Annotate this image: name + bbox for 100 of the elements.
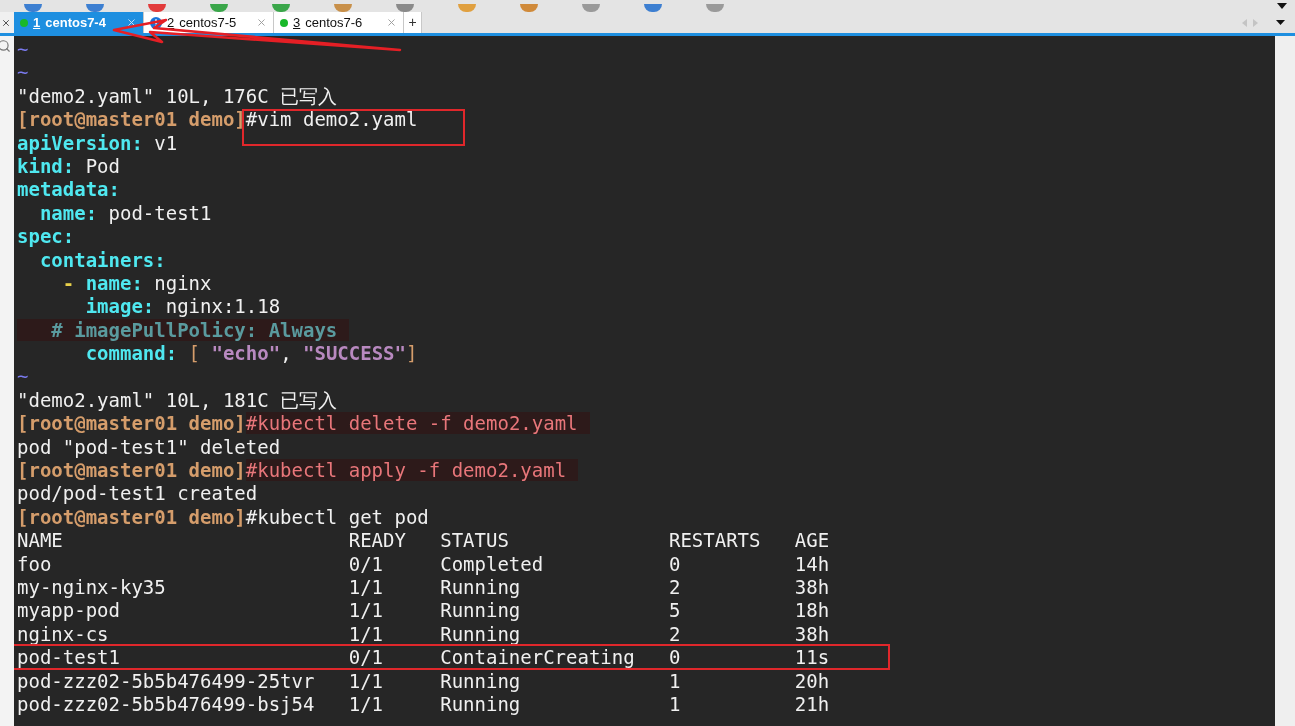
table-cell-text: pod-zzz02-5b5b476499-bsj54	[17, 692, 316, 717]
table-cell-text: 21h	[794, 692, 831, 717]
tilde-marker: ~	[17, 61, 29, 84]
table-cell-text: 20h	[794, 669, 831, 693]
shell-prompt: [root@master01 demo]	[17, 459, 246, 482]
yaml-key: spec:	[17, 225, 75, 248]
toolbar-icon[interactable]	[644, 4, 662, 12]
table-cell-text: 1/1	[348, 669, 385, 693]
toolbar-icon[interactable]	[706, 4, 724, 12]
terminal-text: #kubectl get pod	[245, 505, 429, 528]
shell-prompt: [root@master01 demo]	[17, 505, 246, 528]
close-icon[interactable]	[126, 17, 137, 28]
toolbar-icon[interactable]	[210, 4, 228, 12]
terminal-text: # imagePullPolicy: Always	[17, 318, 350, 341]
table-cell-text: myapp-pod	[17, 599, 121, 623]
toolbar-icon[interactable]	[334, 4, 352, 12]
table-cell-text: Running	[440, 669, 522, 693]
terminal-text: pod-test1	[107, 201, 212, 224]
yaml-key: name:	[74, 271, 143, 294]
terminal-text: v1	[153, 131, 178, 154]
table-cell-text: nginx-cs	[17, 622, 110, 647]
toolbar-icon[interactable]	[24, 4, 42, 12]
table-cell-text: 11s	[794, 646, 831, 670]
caret-icon[interactable]	[1277, 3, 1287, 9]
table-cell-text: 0/1	[348, 552, 385, 576]
table-cell-text: 1/1	[348, 622, 385, 647]
toolbar-icon[interactable]	[272, 4, 290, 12]
caret-icon[interactable]	[1276, 20, 1285, 25]
toolbar-icon[interactable]	[86, 4, 104, 12]
terminal-text: nginx	[153, 271, 212, 294]
terminal-text: #kubectl delete -f demo2.yaml	[245, 412, 590, 435]
terminal-text: ]	[405, 342, 418, 365]
yaml-key: apiVersion:	[17, 131, 143, 154]
column-header: AGE	[794, 529, 831, 553]
tab-title: centos7-5	[179, 13, 237, 32]
terminal-text: "demo2.yaml" 10L, 176C 已写入	[17, 84, 338, 107]
toolbar-icon[interactable]	[520, 4, 538, 12]
table-cell-text: 18h	[794, 599, 831, 623]
info-icon	[150, 16, 162, 29]
terminal-text: "echo"	[211, 342, 281, 365]
terminal-text: ,	[280, 342, 293, 365]
table-cell-text: 38h	[794, 576, 831, 600]
table-cell-text: Running	[440, 622, 522, 647]
table-cell-text: 2	[669, 576, 682, 600]
table-cell-text: 1/1	[348, 576, 385, 600]
tab-title: centos7-6	[305, 13, 363, 32]
terminal-text: "SUCCESS"	[303, 342, 406, 365]
terminal-text: [	[187, 342, 202, 365]
tab-number: 3	[293, 13, 301, 32]
yaml-key: kind:	[17, 154, 75, 177]
yaml-key: command:	[17, 342, 178, 365]
table-cell-text: 0	[669, 552, 682, 576]
table-cell-text: pod-zzz02-5b5b476499-25tvr	[17, 669, 316, 693]
toolbar-icon[interactable]	[582, 4, 600, 12]
table-cell-text: ContainerCreating	[440, 646, 636, 670]
terminal-tab[interactable]: 2 centos7-5	[144, 12, 274, 33]
shell-prompt: [root@master01 demo]	[17, 108, 246, 131]
right-arrow-icon[interactable]	[1253, 18, 1258, 27]
left-arrow-icon[interactable]	[1242, 18, 1247, 27]
terminal-text: #vim demo2.yaml	[245, 108, 418, 131]
table-cell-text: pod-test1	[17, 646, 121, 670]
table-cell-text: 2	[669, 622, 682, 647]
table-cell-text: 38h	[794, 622, 831, 647]
close-icon[interactable]	[1, 17, 11, 28]
toolbar-icon[interactable]	[396, 4, 414, 12]
table-cell-text: 0/1	[348, 646, 385, 670]
toolbar-icon[interactable]	[148, 4, 166, 12]
column-header: STATUS	[440, 529, 510, 553]
table-cell-text: Running	[440, 576, 522, 600]
terminal-text: -	[61, 271, 75, 294]
table-cell-text: 1	[669, 692, 682, 717]
tab-number: 1	[33, 13, 41, 32]
table-cell-text: Running	[440, 692, 522, 717]
terminal-text: nginx:1.18	[164, 295, 281, 318]
table-cell-text: 1/1	[348, 599, 385, 623]
table-cell-text: 1	[669, 669, 682, 693]
table-cell-text: Running	[440, 599, 522, 623]
terminal-text: Pod	[84, 154, 120, 177]
terminal-text: pod/pod-test1 created	[17, 482, 258, 505]
table-cell-text: my-nginx-ky35	[17, 576, 167, 600]
tilde-marker: ~	[17, 38, 29, 60]
table-cell-text: 5	[669, 599, 682, 623]
column-header: NAME	[17, 529, 64, 553]
terminal-text: "demo2.yaml" 10L, 181C 已写入	[17, 388, 338, 411]
search-icon[interactable]	[0, 39, 11, 53]
yaml-key: image:	[17, 295, 155, 318]
yaml-key: containers:	[17, 248, 166, 271]
new-tab-button[interactable]: +	[404, 12, 422, 33]
toolbar-icon[interactable]	[458, 4, 476, 12]
column-header: RESTARTS	[669, 529, 762, 553]
yaml-key: name:	[17, 201, 98, 224]
terminal-text: pod "pod-test1" deleted	[17, 435, 281, 458]
yaml-key: metadata:	[17, 178, 120, 201]
table-cell-text: Completed	[440, 552, 545, 576]
tab-title: centos7-4	[45, 13, 106, 32]
tab-number: 2	[167, 13, 175, 32]
table-cell-text: 0	[669, 646, 682, 670]
table-cell-text: 14h	[794, 552, 831, 576]
terminal-text: #kubectl apply -f demo2.yaml	[245, 459, 579, 482]
terminal-tab[interactable]: 3 centos7-6	[274, 12, 404, 33]
